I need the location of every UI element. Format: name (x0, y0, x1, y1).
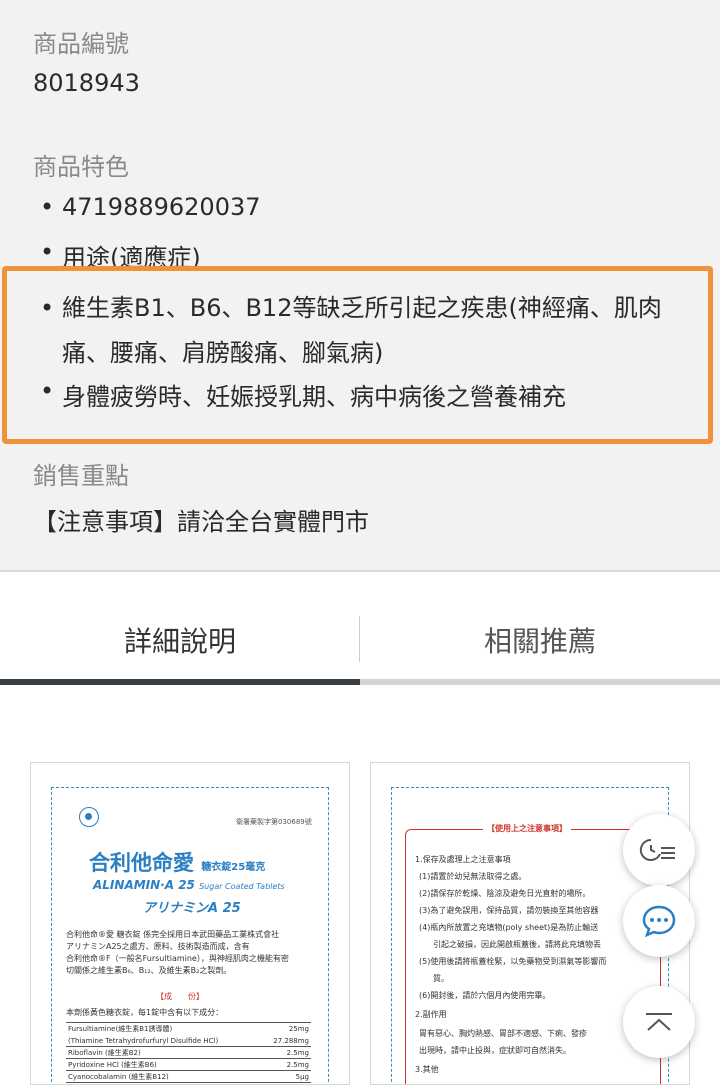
product-number-label: 商品編號 (33, 30, 129, 58)
table-row: (Thiamine Tetrahydrofurfuryl Disulfide H… (66, 1037, 311, 1047)
chevron-up-icon (646, 1013, 672, 1031)
tab-recommendations[interactable]: 相關推薦 (360, 598, 720, 682)
table-row: Pyridoxine HCl (維生素B6) 2.5mg (66, 1061, 311, 1071)
product-features-label: 商品特色 (33, 153, 129, 181)
feature-item-nutrition: 身體疲勞時、妊娠授乳期、病中病後之營養補充 (40, 377, 566, 412)
back-to-top-button[interactable] (623, 986, 695, 1058)
feature-item-barcode: 4719889620037 (40, 193, 261, 221)
tab-details[interactable]: 詳細說明 (0, 598, 360, 682)
registration-number: 衛署藥製字第030689號 (236, 818, 312, 826)
sales-points-value: 【注意事項】請洽全台實體門市 (33, 508, 369, 536)
history-list-icon (639, 838, 675, 861)
brand-name-jp: アリナミンA 25 (143, 901, 241, 916)
chat-button[interactable] (623, 885, 695, 957)
ingredient-table: Fursultiamine(維生素B1誘導體) 25mg (Thiamine T… (66, 1022, 311, 1083)
table-row: Cyanocobalamin (維生素B12) 5μg (66, 1073, 311, 1083)
ingredient-intro: 本劑係黃色糖衣錠，每1錠中含有以下成分： (66, 1008, 224, 1017)
feature-item-vitamin-deficiency: 維生素B1、B6、B12等缺乏所引起之疾患(神經痛、肌肉 痛、腰痛、肩膀酸痛、腳… (40, 286, 700, 376)
leaflet-description: 合利他命®愛 糖衣錠 係完全採用日本武田藥品工業株式會社 アリナミンA25之處方… (66, 930, 289, 975)
brand-name-en: ALINAMIN·A 25 Sugar Coated Tablets (93, 878, 285, 892)
precautions-text: 1.保存及處理上之注意事項 (1)請置於幼兒無法取得之處。 (2)請保存於乾燥、… (415, 855, 607, 1074)
precautions-title: 【使用上之注意事項】 (483, 823, 571, 835)
sales-points-label: 銷售重點 (33, 462, 129, 490)
tab-indicator-active (0, 679, 360, 685)
ingredient-title: 【成 份】 (156, 992, 204, 1001)
table-row: Riboflavin (維生素B2) 2.5mg (66, 1049, 311, 1059)
history-button[interactable] (623, 814, 695, 886)
table-row: Fursultiamine(維生素B1誘導體) 25mg (68, 1025, 309, 1033)
product-number-value: 8018943 (33, 69, 140, 97)
chat-bubble-icon (642, 905, 676, 938)
product-leaflet-front[interactable]: 衛署藥製字第030689號 合利他命愛 糖衣錠25毫克 ALINAMIN·A 2… (30, 762, 350, 1085)
takeda-logo-icon (79, 807, 99, 827)
brand-name-cn: 合利他命愛 糖衣錠25毫克 (89, 851, 266, 875)
